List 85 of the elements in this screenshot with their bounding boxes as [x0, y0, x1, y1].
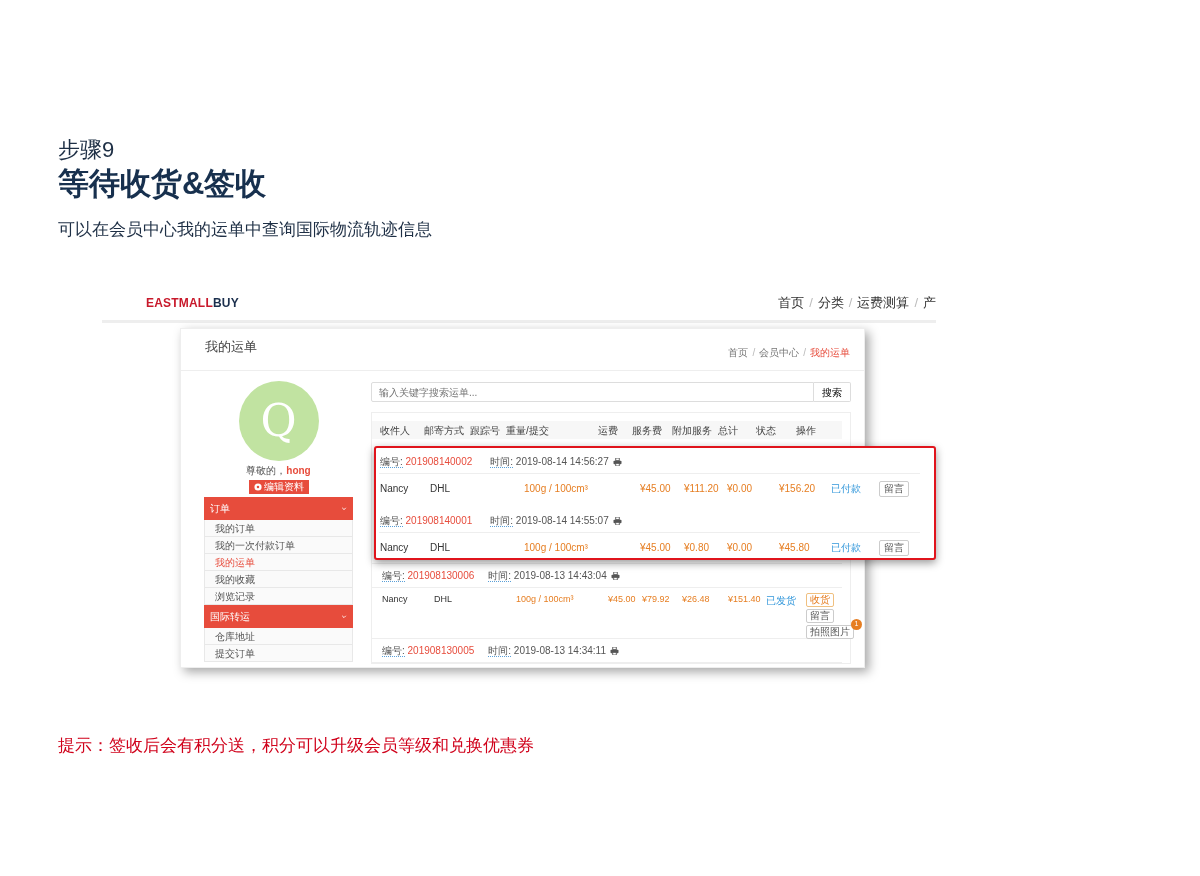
chevron-icon — [341, 613, 347, 620]
nav-link-item[interactable]: 分类 — [817, 292, 844, 313]
service-fee-cell-text: ¥0.80 — [684, 541, 711, 555]
separator: / — [752, 346, 756, 360]
column-header: 运费 — [598, 423, 619, 438]
step-description: 可以在会员中心我的运单中查询国际物流轨迹信息 — [58, 219, 433, 241]
hint-text: 提示：签收后会有积分送，积分可以升级会员等级和兑换优惠券 — [57, 735, 535, 757]
recipient-cell-text: Nancy — [380, 482, 410, 496]
separator: / — [914, 293, 918, 312]
recipient-cell-text: Nancy — [380, 541, 410, 555]
edit-profile-button[interactable]: 编辑资料 — [248, 480, 309, 494]
extra-service-cell-text: ¥0.00 — [727, 541, 754, 555]
chevron-icon — [341, 505, 347, 512]
order-time: 时间: 2019-08-14 14:56:27 — [490, 455, 609, 469]
separator: / — [809, 293, 813, 312]
step-label: 步骤9 — [58, 136, 116, 164]
avatar: Q — [238, 381, 319, 461]
freight-cell-text: ¥45.00 — [608, 593, 637, 606]
breadcrumb-link[interactable]: 首页 — [728, 345, 749, 370]
nav-link-item[interactable]: 产 — [923, 292, 936, 313]
printer-icon[interactable] — [610, 646, 619, 655]
printer-icon[interactable] — [612, 516, 622, 525]
total-cell-text: ¥151.40 — [728, 593, 762, 606]
menu-item[interactable]: 提交订单 — [204, 645, 353, 662]
column-header: 收件人 — [379, 423, 411, 438]
extra-service-cell-text: ¥26.48 — [682, 593, 711, 606]
service-fee-cell-text: ¥79.92 — [642, 593, 671, 606]
shipping-method-cell-text: DHL — [434, 593, 453, 606]
column-header: 状态 — [756, 423, 777, 438]
breadcrumb-link[interactable]: 我的运单 — [810, 345, 850, 370]
printer-icon[interactable] — [612, 457, 622, 466]
greeting: 尊敬的，hong — [246, 464, 311, 477]
search-field[interactable]: 输入关键字搜索运单... — [371, 382, 814, 402]
order-number: 编号: 201908140001 — [380, 514, 473, 528]
freight-cell-text: ¥45.00 — [640, 541, 672, 555]
extra-service-cell-text: ¥0.00 — [727, 482, 754, 496]
action-button[interactable]: 留言 — [806, 609, 834, 623]
status-cell-text: 已付款 — [831, 482, 862, 496]
column-header: 跟踪号 — [470, 423, 501, 438]
separator: / — [803, 346, 806, 360]
service-fee-cell-text: ¥111.20 — [684, 482, 720, 496]
menu-group-header[interactable]: 订单 — [204, 497, 353, 520]
order-number: 编号: 201908140002 — [380, 455, 473, 469]
status-cell-text: 已发货 — [766, 594, 797, 608]
shipping-method-cell-text: DHL — [430, 541, 451, 555]
weight-volume-cell-text: 100g / 100cm³ — [524, 541, 589, 555]
site-logo[interactable]: EASTMALLBUY — [146, 293, 239, 312]
column-header: 重量/提交 — [506, 423, 550, 438]
total-cell-text: ¥156.20 — [779, 482, 817, 496]
step-title: 等待收货&签收 — [58, 165, 268, 203]
order-time: 时间: 2019-08-13 14:34:11 — [488, 644, 606, 658]
gear-icon — [253, 483, 262, 491]
column-header: 附加服务 — [672, 423, 713, 438]
panel-title: 我的运单 — [205, 338, 257, 356]
column-header: 邮寄方式 — [424, 423, 465, 438]
nav-link-item[interactable]: 首页 — [778, 292, 805, 313]
action-button[interactable]: 留言 — [879, 481, 909, 497]
action-button[interactable]: 拍照图片 — [806, 625, 854, 639]
total-cell-text: ¥45.80 — [779, 541, 811, 555]
freight-cell-text: ¥45.00 — [640, 482, 672, 496]
column-header: 操作 — [796, 423, 817, 438]
action-button[interactable]: 留言 — [879, 540, 909, 556]
column-header: 总计 — [718, 423, 739, 438]
menu-item[interactable]: 我的收藏 — [204, 571, 353, 588]
column-header: 服务费 — [632, 423, 663, 438]
menu-item[interactable]: 浏览记录 — [204, 588, 353, 605]
order-time: 时间: 2019-08-14 14:55:07 — [490, 514, 609, 528]
menu-item[interactable]: 我的订单 — [204, 520, 353, 537]
menu-item[interactable]: 我的运单 — [204, 554, 353, 571]
breadcrumb-link[interactable]: 会员中心 — [759, 345, 800, 370]
separator: / — [848, 293, 853, 312]
nav-link-item[interactable]: 运费测算 — [857, 292, 910, 313]
order-number: 编号: 201908130006 — [382, 569, 475, 583]
status-cell-text: 已付款 — [831, 541, 862, 555]
recipient-cell-text: Nancy — [382, 593, 409, 606]
weight-volume-cell-text: 100g / 100cm³ — [516, 593, 575, 606]
menu-group-header[interactable]: 国际转运 — [204, 605, 353, 628]
order-time: 时间: 2019-08-13 14:43:04 — [488, 569, 607, 583]
search-button[interactable]: 搜索 — [814, 382, 851, 402]
shipping-method-cell-text: DHL — [430, 482, 451, 496]
printer-icon[interactable] — [610, 571, 620, 580]
weight-volume-cell-text: 100g / 100cm³ — [524, 482, 589, 496]
menu-item[interactable]: 仓库地址 — [204, 628, 353, 645]
menu-item[interactable]: 我的一次付款订单 — [204, 537, 353, 554]
order-number: 编号: 201908130005 — [382, 644, 475, 658]
